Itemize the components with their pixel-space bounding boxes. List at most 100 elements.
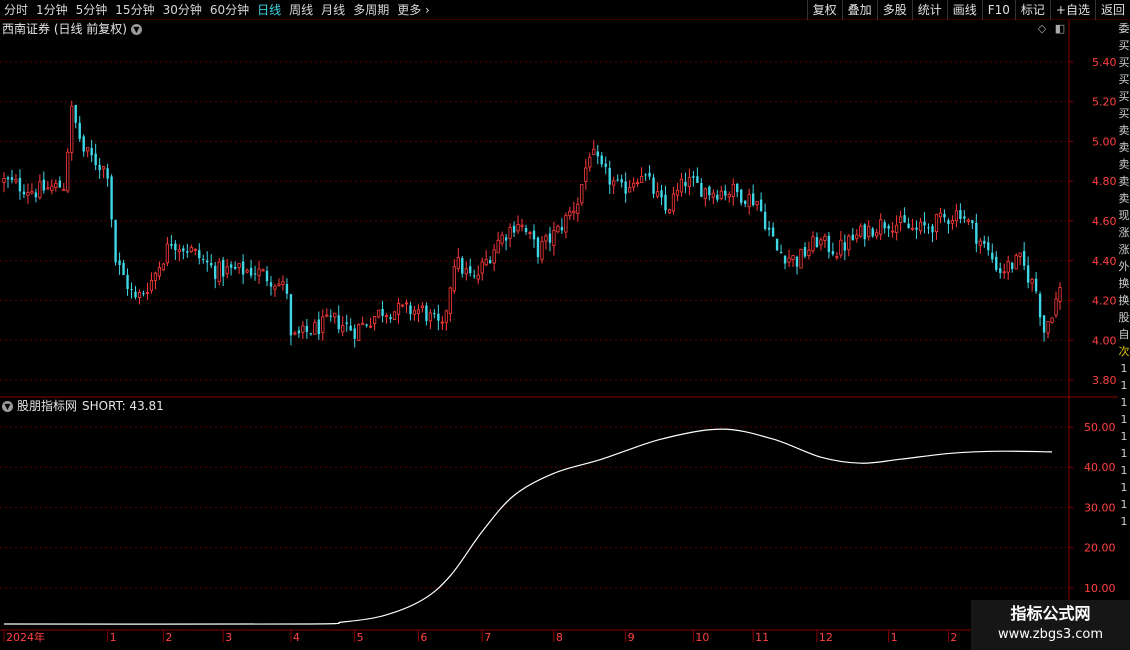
sidebar-label: 自: [1118, 328, 1130, 341]
candle-body: [42, 179, 46, 191]
candle-body: [149, 279, 154, 291]
date-tick-label: 11: [755, 631, 769, 644]
diamond-icon[interactable]: ◇: [1036, 23, 1048, 35]
date-tick-label: 1: [891, 631, 898, 644]
candle-body: [652, 177, 655, 194]
candle-body: [692, 176, 695, 178]
candle-body: [313, 321, 317, 335]
candle-body: [708, 186, 711, 196]
sidebar-label: 1: [1120, 447, 1128, 460]
candle-body: [636, 182, 640, 184]
sidebar-label: 买: [1118, 73, 1130, 86]
date-tick-label: 1: [110, 631, 117, 644]
candlestick-series: [2, 100, 1062, 348]
candle-body: [759, 199, 763, 211]
sidebar-label: 股: [1118, 311, 1130, 324]
date-tick-label: 4: [293, 631, 300, 644]
candle-body: [548, 233, 552, 243]
candle-body: [142, 293, 145, 295]
candle-body: [847, 235, 851, 251]
candle-body: [392, 311, 397, 320]
candle-body: [153, 272, 158, 281]
sidebar-label: 换: [1118, 294, 1130, 307]
sidebar-label: 涨: [1118, 243, 1130, 256]
panel-toggle-icon[interactable]: ◧: [1054, 23, 1066, 35]
candle-body: [744, 200, 747, 205]
candle-body: [473, 275, 476, 277]
price-tick-label: 4.20: [1092, 295, 1117, 308]
candle-body: [221, 259, 225, 277]
sidebar-label: 1: [1120, 464, 1128, 477]
candle-body: [353, 328, 356, 339]
candle-body: [118, 260, 121, 265]
quote-sidebar: 委买买买买买卖卖卖卖卖现涨涨外换换股自次1111111111: [1118, 20, 1130, 650]
candle-body: [18, 177, 22, 192]
candle-body: [381, 308, 384, 316]
sidebar-label: 次: [1118, 345, 1130, 358]
candle-body: [333, 312, 337, 318]
candle-body: [38, 181, 42, 198]
indicator-grid: [0, 426, 1068, 589]
candle-body: [206, 260, 209, 263]
watermark-title: 指标公式网: [1010, 604, 1091, 623]
candle-body: [1050, 317, 1054, 323]
candle-body: [731, 183, 735, 197]
candle-body: [592, 148, 596, 155]
candle-body: [464, 268, 468, 275]
indicator-axis-labels: 10.00 20.00 30.00 40.00 50.00: [1069, 421, 1116, 595]
candle-body: [564, 214, 568, 233]
candle-body: [576, 203, 580, 214]
candle-body: [1054, 298, 1058, 316]
candle-body: [361, 322, 365, 325]
axes: [0, 20, 1118, 645]
price-tick-label: 5.00: [1092, 135, 1117, 148]
indicator-tick-label: 50.00: [1084, 421, 1116, 434]
chevron-down-icon[interactable]: ▼: [2, 400, 13, 412]
candle-body: [711, 192, 715, 198]
candle-body: [528, 232, 532, 235]
candle-body: [349, 325, 352, 331]
candle-body: [273, 285, 277, 290]
candle-body: [755, 201, 759, 206]
candle-body: [975, 222, 978, 244]
candle-body: [476, 274, 480, 280]
candle-body: [791, 255, 795, 260]
candle-body: [110, 176, 113, 220]
candle-body: [412, 310, 417, 315]
candle-body: [461, 258, 464, 274]
candle-body: [305, 325, 309, 332]
price-tick-label: 4.00: [1092, 334, 1117, 347]
candle-body: [1058, 287, 1062, 302]
candle-body: [241, 261, 245, 275]
candle-body: [927, 227, 930, 229]
candle-body: [675, 189, 680, 196]
candle-body: [10, 177, 14, 180]
candle-body: [1046, 321, 1050, 334]
chart-canvas[interactable]: 3.80 4.00 4.20 4.40 4.60 4.80 5.00 5.20 5.40 10.…: [0, 0, 1118, 650]
chevron-down-icon[interactable]: ▼: [131, 23, 142, 35]
candle-body: [520, 224, 524, 227]
candle-body: [724, 190, 727, 196]
candle-body: [329, 315, 332, 317]
candle-body: [102, 166, 106, 170]
candle-body: [799, 248, 803, 269]
candle-body: [716, 194, 719, 200]
candle-body: [584, 167, 588, 182]
candle-body: [321, 316, 325, 333]
candle-body: [484, 258, 488, 266]
candle-body: [950, 220, 955, 224]
candle-body: [182, 248, 185, 252]
sidebar-label: 1: [1120, 396, 1128, 409]
date-tick-label: 8: [556, 631, 563, 644]
candle-body: [62, 189, 66, 192]
candle-body: [384, 315, 389, 317]
candle-body: [106, 168, 109, 179]
candle-body: [504, 237, 508, 241]
candle-body: [918, 221, 923, 232]
candle-body: [959, 210, 962, 219]
candle-body: [437, 313, 440, 321]
sidebar-label: 卖: [1118, 158, 1130, 171]
candle-body: [863, 224, 866, 240]
candle-body: [325, 314, 329, 317]
candle-body: [954, 210, 959, 222]
